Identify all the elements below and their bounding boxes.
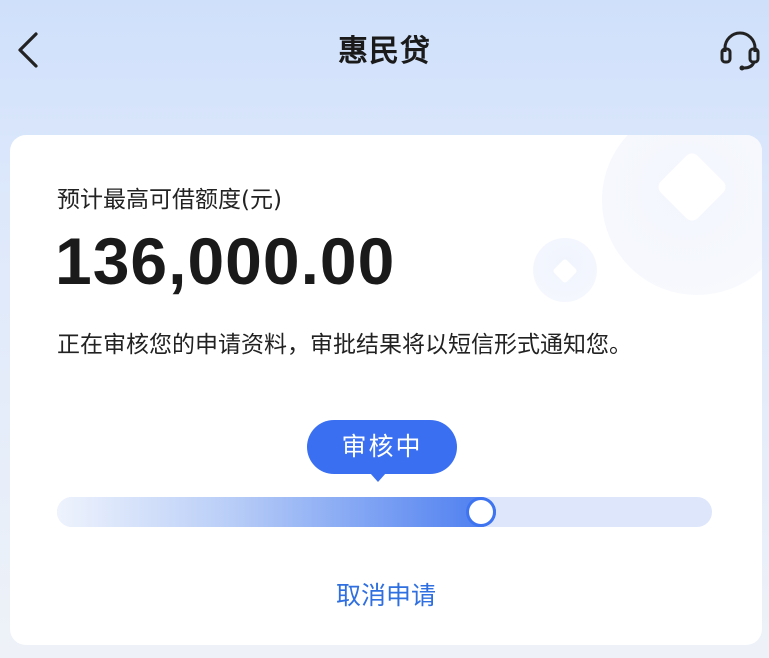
review-progress-bar [57, 497, 712, 527]
status-badge: 审核中 [307, 420, 457, 482]
progress-fill [57, 497, 496, 527]
limit-label: 预计最高可借额度(元) [57, 187, 282, 213]
progress-knob [469, 500, 493, 524]
customer-service-button[interactable] [719, 28, 761, 72]
top-nav-bar: 惠民贷 [0, 0, 769, 100]
credit-amount: 136,000.00 [55, 224, 396, 298]
page-title: 惠民贷 [338, 34, 431, 69]
loan-status-card: 预计最高可借额度(元) 136,000.00 正在审核您的申请资料，审批结果将以… [10, 135, 762, 645]
headset-icon [720, 31, 760, 71]
review-notice: 正在审核您的申请资料，审批结果将以短信形式通知您。 [57, 332, 632, 358]
cancel-application-link[interactable]: 取消申请 [10, 576, 762, 612]
